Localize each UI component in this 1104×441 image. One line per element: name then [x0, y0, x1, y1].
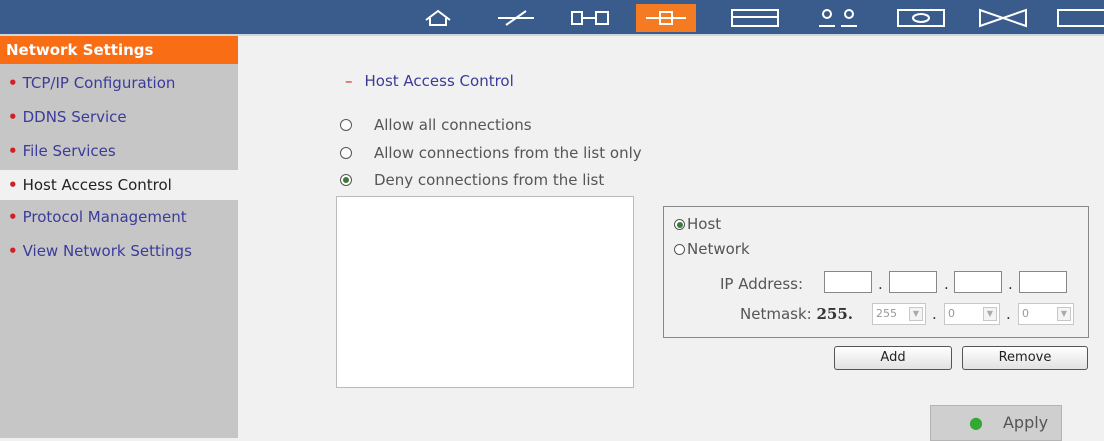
allow-list-label: Allow connections from the list only	[374, 144, 642, 162]
ip-octet-4-input[interactable]	[1019, 271, 1067, 293]
allow-all-label: Allow all connections	[374, 116, 532, 134]
apply-label: Apply	[1002, 413, 1049, 432]
title-dash: –	[345, 72, 353, 90]
network-settings-icon[interactable]	[636, 4, 696, 32]
sidebar: Network Settings • TCP/IP Configuration •…	[0, 36, 238, 438]
sidebar-item-label: TCP/IP Configuration	[22, 74, 176, 92]
chevron-down-icon: ▼	[909, 307, 923, 321]
bullet-icon: •	[8, 74, 18, 92]
netmask-octet-3-select[interactable]: 0 ▼	[944, 303, 1000, 325]
network-label: Network	[687, 240, 750, 258]
sidebar-item-label: View Network Settings	[22, 242, 192, 260]
network-radio[interactable]	[674, 243, 685, 255]
sidebar-item-label: Host Access Control	[22, 176, 172, 194]
chevron-down-icon: ▼	[983, 307, 997, 321]
bullet-icon: •	[8, 176, 18, 194]
allow-list-option[interactable]: Allow connections from the list only	[340, 144, 642, 162]
page-title: – Host Access Control	[345, 72, 514, 90]
remove-button[interactable]: Remove	[962, 346, 1088, 370]
apply-button[interactable]: ● Apply	[930, 405, 1062, 441]
host-label: Host	[687, 215, 722, 233]
ip-dot: .	[944, 275, 949, 293]
allow-all-radio[interactable]	[340, 119, 352, 131]
add-button[interactable]: Add	[834, 346, 952, 370]
sidebar-item-file-services[interactable]: • File Services	[0, 136, 238, 166]
logs-icon[interactable]	[1056, 4, 1104, 32]
netmask-octet-4-select[interactable]: 0 ▼	[1018, 303, 1074, 325]
bullet-icon: •	[8, 242, 18, 260]
sidebar-item-label: File Services	[22, 142, 116, 160]
ip-octet-1-input[interactable]	[824, 271, 872, 293]
chevron-down-icon: ▼	[1057, 307, 1071, 321]
system-settings-icon[interactable]	[562, 4, 618, 32]
device-config-icon[interactable]	[724, 4, 786, 32]
sidebar-item-ddns-service[interactable]: • DDNS Service	[0, 102, 238, 132]
ip-dot: .	[1008, 275, 1013, 293]
sidebar-item-label: DDNS Service	[22, 108, 127, 126]
page-title-text: Host Access Control	[364, 72, 514, 90]
ip-address-label: IP Address:	[720, 275, 804, 293]
allow-all-option[interactable]: Allow all connections	[340, 116, 532, 134]
network-share-icon[interactable]	[890, 4, 952, 32]
user-management-icon[interactable]	[810, 4, 866, 32]
host-option[interactable]: Host	[674, 215, 721, 233]
ip-octet-3-input[interactable]	[954, 271, 1002, 293]
bullet-icon: ●	[969, 413, 983, 432]
sidebar-item-view-network-settings[interactable]: • View Network Settings	[0, 236, 238, 266]
sidebar-item-tcpip-configuration[interactable]: • TCP/IP Configuration	[0, 68, 238, 98]
network-option[interactable]: Network	[674, 240, 750, 258]
netmask-prefix: 255.	[816, 305, 854, 323]
netmask-octet-2-select[interactable]: 255 ▼	[872, 303, 926, 325]
top-navigation-bar	[0, 0, 1104, 36]
deny-list-option[interactable]: Deny connections from the list	[340, 171, 604, 189]
quick-config-icon[interactable]	[488, 4, 544, 32]
netmask-octet-3-value: 0	[948, 307, 955, 320]
bullet-icon: •	[8, 208, 18, 226]
netmask-octet-2-value: 255	[876, 307, 897, 320]
deny-list-label: Deny connections from the list	[374, 171, 605, 189]
sidebar-item-protocol-management[interactable]: • Protocol Management	[0, 202, 238, 232]
sidebar-item-label: Protocol Management	[22, 208, 187, 226]
bullet-icon: •	[8, 108, 18, 126]
ip-octet-2-input[interactable]	[889, 271, 937, 293]
system-tools-icon[interactable]	[972, 4, 1034, 32]
sidebar-title: Network Settings	[0, 36, 238, 64]
netmask-label: Netmask: 255.	[740, 305, 853, 323]
sidebar-item-host-access-control[interactable]: • Host Access Control	[0, 170, 238, 200]
netmask-octet-4-value: 0	[1022, 307, 1029, 320]
netmask-label-text: Netmask:	[740, 305, 812, 323]
netmask-dot: .	[932, 305, 937, 323]
host-radio[interactable]	[674, 218, 685, 230]
bullet-icon: •	[8, 142, 18, 160]
access-list[interactable]	[336, 196, 634, 388]
netmask-dot: .	[1006, 305, 1011, 323]
ip-dot: .	[878, 275, 883, 293]
address-entry-panel: Host Network IP Address: . . . Netmask: …	[663, 206, 1089, 338]
home-icon[interactable]	[410, 4, 466, 32]
deny-list-radio[interactable]	[340, 174, 352, 186]
allow-list-radio[interactable]	[340, 147, 352, 159]
